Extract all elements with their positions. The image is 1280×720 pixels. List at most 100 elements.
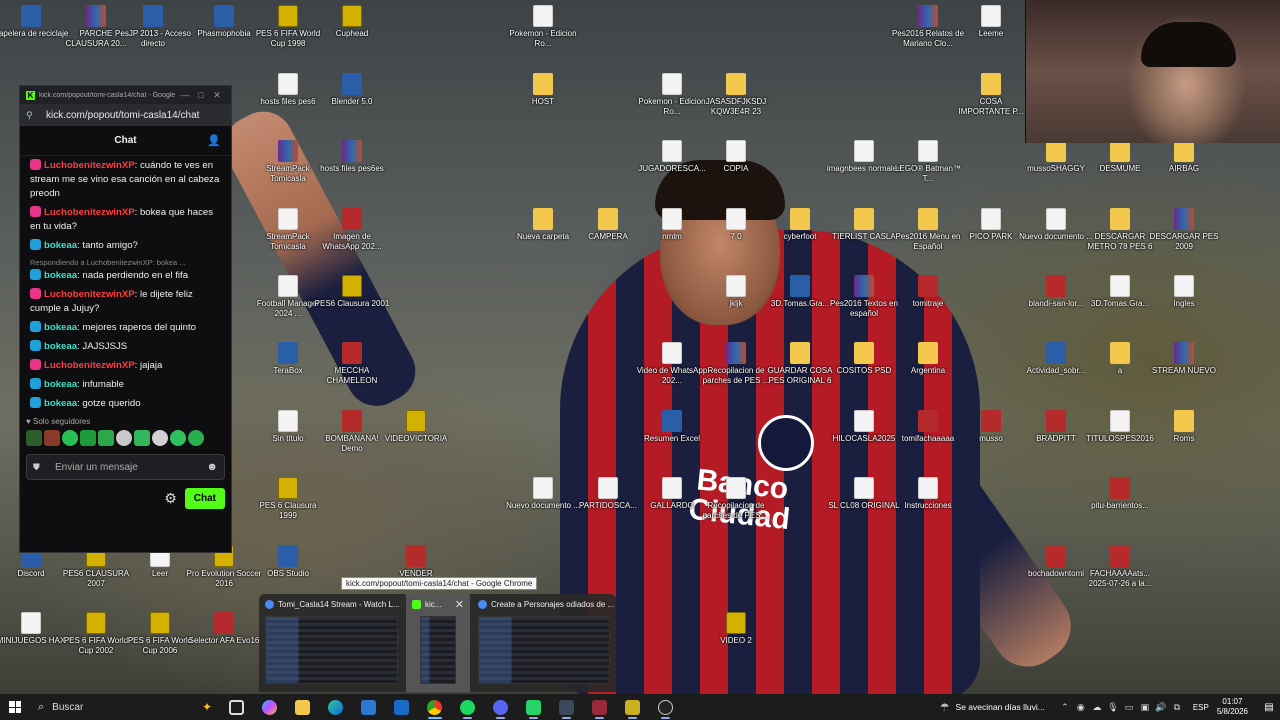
desktop-icon[interactable]: OBS Studio [250, 545, 326, 579]
chat-username[interactable]: LuchobenitezwinXP [44, 160, 135, 171]
app-taskbar-button[interactable] [583, 694, 616, 720]
gear-icon[interactable]: ⚙ [164, 490, 177, 507]
desktop-icon[interactable]: Leeme [953, 5, 1029, 39]
desktop-icon[interactable]: Pokemon - Edicion Ro... [505, 5, 581, 49]
copilot-taskbar-button[interactable] [253, 694, 286, 720]
network-icon[interactable]: ◉ [1073, 702, 1089, 713]
chat-username[interactable]: LuchobenitezwinXP [44, 289, 135, 300]
chat-message-input[interactable]: ⛊ Enviar un mensaje ☻ [26, 454, 225, 480]
chrome-taskbar-button[interactable] [418, 694, 451, 720]
input-language[interactable]: ESP [1193, 703, 1209, 712]
ethernet-icon[interactable]: ⧉ [1169, 702, 1185, 713]
microphone-icon[interactable]: 🎙 [1105, 702, 1121, 713]
desktop-icon[interactable]: Recopilacion de parches de PES ... [698, 477, 774, 521]
emote-icon[interactable] [80, 430, 96, 446]
game-launcher-taskbar-button[interactable] [550, 694, 583, 720]
chat-window-titlebar[interactable]: K kick.com/popout/tomi-casla14/chat - Go… [20, 86, 231, 104]
volume-icon[interactable]: 🔊 [1153, 702, 1169, 713]
desktop-icon[interactable]: Argentina [890, 342, 966, 376]
desktop-icon[interactable]: STREAM NUEVO [1146, 342, 1222, 376]
desktop-icon[interactable]: tomitraje [890, 275, 966, 309]
desktop-icon[interactable]: hosts files pes6es [314, 140, 390, 174]
desktop-icon[interactable]: Imagen de WhatsApp 202... [314, 208, 390, 252]
display-icon[interactable]: ▣ [1137, 702, 1153, 713]
desktop-icon[interactable]: COPIA [698, 140, 774, 174]
chat-username[interactable]: bokeaa [44, 240, 77, 251]
discord-taskbar-button[interactable] [484, 694, 517, 720]
chat-username[interactable]: bokeaa [44, 270, 77, 281]
chat-username[interactable]: bokeaa [44, 379, 77, 390]
desktop-icon[interactable]: Selector AFA Evo16 [186, 612, 262, 646]
desktop-icon[interactable]: COSA IMPORTANTE P... [953, 73, 1029, 117]
maximize-icon[interactable]: □ [193, 90, 209, 100]
emote-icon[interactable] [116, 430, 132, 446]
clock[interactable]: 01:07 5/8/2026 [1217, 697, 1248, 717]
users-icon[interactable]: 👤 [207, 134, 221, 147]
desktop-icon[interactable]: Resumen Excel [634, 410, 710, 444]
emote-icon[interactable] [26, 430, 42, 446]
thumbnail-personajes-window[interactable]: Create a Personajes odiados de ... [472, 594, 616, 692]
desktop-icon[interactable]: JASASDFJKSDJ KQW3E4R 23 [698, 73, 774, 117]
desktop-icon-label: hosts files pes6es [320, 164, 384, 173]
task-view-button[interactable] [220, 694, 253, 720]
emote-icon[interactable] [62, 430, 78, 446]
chat-username[interactable]: LuchobenitezwinXP [44, 207, 135, 218]
desktop-icon[interactable]: PesJP 2013 - Acceso directo [115, 5, 191, 49]
emote-icon[interactable] [170, 430, 186, 446]
send-chat-button[interactable]: Chat [184, 488, 225, 509]
chat-username[interactable]: LuchobenitezwinXP [44, 360, 135, 371]
thumbnail-stream-window[interactable]: Tomi_Casla14 Stream - Watch L... [259, 594, 404, 692]
chat-username[interactable]: bokeaa [44, 322, 77, 333]
obs-taskbar-button[interactable] [649, 694, 682, 720]
desktop-icon[interactable]: AIRBAG [1146, 140, 1222, 174]
desktop-icon-label: bochadowntomi [1027, 569, 1085, 578]
notification-icon[interactable]: ▤ [1258, 702, 1280, 713]
edge-taskbar-button[interactable] [319, 694, 352, 720]
mail-taskbar-button[interactable] [385, 694, 418, 720]
desktop-icon[interactable]: Blender 5.0 [314, 73, 390, 107]
start-button[interactable] [0, 694, 30, 720]
desktop-icon[interactable]: VIDEO 2 [698, 612, 774, 646]
desktop-icon[interactable]: LEGO® Batman™ T... [890, 140, 966, 184]
desktop-icon[interactable]: DESCARGAR PES 2009 [1146, 208, 1222, 252]
emote-icon[interactable] [152, 430, 168, 446]
weather-widget[interactable]: ☂ Se avecinan días lluvi... [940, 701, 1045, 714]
emote-icon[interactable] [44, 430, 60, 446]
desktop-icon[interactable]: HOST [505, 73, 581, 107]
desktop-icon[interactable]: PES 6 Clausura 1999 [250, 477, 326, 521]
store-taskbar-button[interactable] [352, 694, 385, 720]
close-icon[interactable]: ✕ [455, 598, 464, 611]
desktop-icon[interactable]: pitu-barrientos... [1082, 477, 1158, 511]
emote-icon[interactable] [188, 430, 204, 446]
battery-icon[interactable]: ▭ [1121, 702, 1137, 713]
desktop-icon-label: VIDEOVICTORIA [384, 434, 448, 443]
chat-username[interactable]: bokeaa [44, 341, 77, 352]
pes-taskbar-button[interactable] [616, 694, 649, 720]
desktop-icon[interactable]: Roms [1146, 410, 1222, 444]
site-info-icon[interactable]: ⚲ [26, 110, 36, 120]
emoji-picker-icon[interactable]: ☻ [206, 461, 218, 473]
shield-icon[interactable]: ⛊ [33, 462, 47, 473]
minimize-icon[interactable]: — [177, 90, 193, 100]
desktop-icon[interactable]: VIDEOVICTORIA [378, 410, 454, 444]
folder-icon [533, 73, 553, 95]
whatsapp-taskbar-button[interactable] [517, 694, 550, 720]
close-icon[interactable]: ✕ [209, 90, 225, 101]
desktop-icon[interactable]: PES6 Clausura 2001 [314, 275, 390, 309]
taskbar-search-box[interactable]: ⌕ Buscar ✦ [30, 694, 220, 720]
cloud-icon[interactable]: ☁ [1089, 702, 1105, 713]
emote-icon[interactable] [134, 430, 150, 446]
file-explorer-taskbar-button[interactable] [286, 694, 319, 720]
emote-icon[interactable] [98, 430, 114, 446]
desktop-icon[interactable]: Cuphead [314, 5, 390, 39]
desktop-icon[interactable]: Instrucciones [890, 477, 966, 511]
chat-username[interactable]: bokeaa [44, 398, 77, 409]
thumbnail-kick-chat-window[interactable]: kic... ✕ [406, 594, 470, 692]
desktop-icon[interactable]: Ingles [1146, 275, 1222, 309]
desktop-icon[interactable]: FACHAAAAats... 2025-07-26 a la... [1082, 545, 1158, 589]
desktop-icon[interactable]: VENDER [378, 545, 454, 579]
chevron-up-icon[interactable]: ⌃ [1057, 702, 1073, 713]
chat-url-bar[interactable]: ⚲ kick.com/popout/tomi-casla14/chat [20, 104, 231, 126]
desktop-icon[interactable]: MECCHA CHAMELEON [314, 342, 390, 386]
spotify-taskbar-button[interactable] [451, 694, 484, 720]
